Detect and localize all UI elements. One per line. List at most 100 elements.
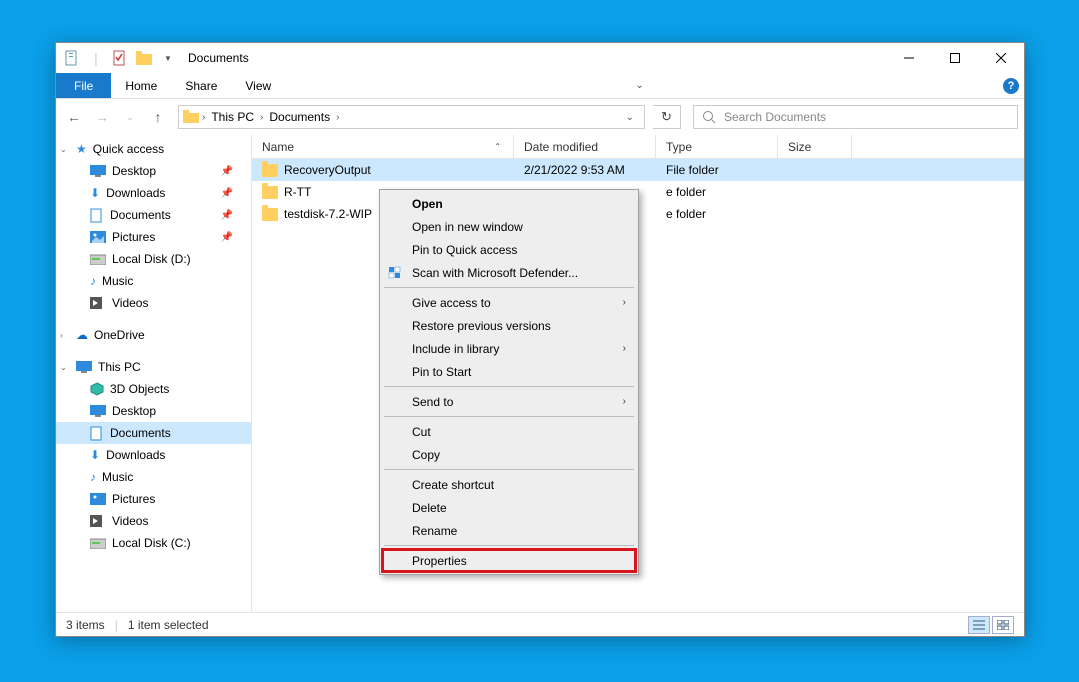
sidebar-desktop2[interactable]: Desktop [56,400,251,422]
column-headers: Name⌃ Date modified Type Size [252,135,1024,159]
file-icon[interactable] [64,50,80,66]
breadcrumb-thispc[interactable]: This PC [208,110,257,124]
refresh-button[interactable]: ↻ [653,105,681,129]
column-date[interactable]: Date modified [514,135,656,158]
sidebar-quickaccess[interactable]: ⌄★Quick access [56,138,251,160]
sidebar-more[interactable] [56,554,251,576]
home-tab[interactable]: Home [111,73,171,98]
shield-icon [387,265,403,281]
column-size[interactable]: Size [778,135,852,158]
minimize-button[interactable] [886,43,932,73]
sidebar-documents2[interactable]: Documents [56,422,251,444]
sidebar-videos[interactable]: Videos [56,292,251,314]
column-type[interactable]: Type [656,135,778,158]
star-icon: ★ [76,142,87,156]
ctx-give-access[interactable]: Give access to› [382,291,636,314]
sidebar-downloads2[interactable]: ⬇Downloads [56,444,251,466]
ctx-delete[interactable]: Delete [382,496,636,519]
ctx-separator [384,545,634,546]
navigation-bar: ← → ⌄ ↑ › This PC › Documents › ⌄ ↻ Sear… [56,99,1024,135]
documents-icon [90,208,104,223]
sidebar-onedrive[interactable]: ›☁OneDrive [56,324,251,346]
submenu-arrow-icon: › [623,396,626,407]
pin-icon: 📌 [221,210,233,221]
column-name[interactable]: Name⌃ [252,135,514,158]
pin-icon: 📌 [221,188,233,199]
ctx-cut[interactable]: Cut [382,420,636,443]
share-tab[interactable]: Share [171,73,231,98]
ctx-send-to[interactable]: Send to› [382,390,636,413]
help-button[interactable]: ? [998,73,1024,98]
ctx-pin-start[interactable]: Pin to Start [382,360,636,383]
breadcrumb-sep[interactable]: › [333,112,342,123]
search-box[interactable]: Search Documents [693,105,1018,129]
status-selected-count: 1 item selected [128,618,209,632]
ctx-pin-quickaccess[interactable]: Pin to Quick access [382,238,636,261]
pin-icon: 📌 [221,232,233,243]
computer-icon [76,361,92,373]
recent-dropdown[interactable]: ⌄ [118,105,142,129]
navigation-pane[interactable]: ⌄★Quick access Desktop📌 ⬇Downloads📌 Docu… [56,135,252,612]
cube-icon [90,382,104,396]
sidebar-localdisk-c[interactable]: Local Disk (C:) [56,532,251,554]
music-icon: ♪ [90,274,96,288]
ribbon-control[interactable]: ⌄ [627,73,653,98]
sidebar-music[interactable]: ♪Music [56,270,251,292]
sidebar-3dobjects[interactable]: 3D Objects [56,378,251,400]
breadcrumb-documents[interactable]: Documents [266,110,333,124]
disk-icon [90,537,106,549]
ctx-copy[interactable]: Copy [382,443,636,466]
sidebar-videos2[interactable]: Videos [56,510,251,532]
breadcrumb-sep[interactable]: › [257,112,266,123]
ctx-open-new-window[interactable]: Open in new window [382,215,636,238]
sidebar-desktop[interactable]: Desktop📌 [56,160,251,182]
sidebar-downloads[interactable]: ⬇Downloads📌 [56,182,251,204]
close-button[interactable] [978,43,1024,73]
ctx-rename[interactable]: Rename [382,519,636,542]
sidebar-documents[interactable]: Documents📌 [56,204,251,226]
sidebar-music2[interactable]: ♪Music [56,466,251,488]
forward-button[interactable]: → [90,105,114,129]
ctx-include-library[interactable]: Include in library› [382,337,636,360]
file-row[interactable]: RecoveryOutput 2/21/2022 9:53 AM File fo… [252,159,1024,181]
window-controls [886,43,1024,73]
ctx-separator [384,386,634,387]
sidebar-thispc[interactable]: ⌄This PC [56,356,251,378]
folder-icon [262,208,278,221]
ctx-properties[interactable]: Properties [382,549,636,572]
help-icon: ? [1003,78,1019,94]
view-switcher [968,616,1014,634]
music-icon: ♪ [90,470,96,484]
desktop-icon [90,405,106,417]
breadcrumb-sep[interactable]: › [199,112,208,123]
quick-access-toolbar: | ▼ [56,50,176,66]
details-view-button[interactable] [968,616,990,634]
disk-icon [90,253,106,265]
sidebar-pictures[interactable]: Pictures📌 [56,226,251,248]
sort-indicator-icon: ⌃ [494,142,501,151]
ctx-open[interactable]: Open [382,192,636,215]
chevron-down-icon[interactable]: ⌄ [60,145,67,154]
up-button[interactable]: ↑ [146,105,170,129]
sidebar-localdisk-d[interactable]: Local Disk (D:) [56,248,251,270]
sidebar-pictures2[interactable]: Pictures [56,488,251,510]
icons-view-button[interactable] [992,616,1014,634]
ctx-restore-versions[interactable]: Restore previous versions [382,314,636,337]
qat-dropdown-icon[interactable]: ▼ [160,50,176,66]
folder-qat-icon[interactable] [136,50,152,66]
properties-qat-icon[interactable] [112,50,128,66]
ctx-separator [384,416,634,417]
ctx-create-shortcut[interactable]: Create shortcut [382,473,636,496]
address-bar[interactable]: › This PC › Documents › ⌄ [178,105,645,129]
chevron-down-icon[interactable]: ⌄ [60,363,67,372]
ctx-separator [384,287,634,288]
back-button[interactable]: ← [62,105,86,129]
view-tab[interactable]: View [231,73,285,98]
submenu-arrow-icon: › [623,343,626,354]
file-tab[interactable]: File [56,73,111,98]
maximize-button[interactable] [932,43,978,73]
chevron-right-icon[interactable]: › [60,331,63,340]
ctx-scan-defender[interactable]: Scan with Microsoft Defender... [382,261,636,284]
explorer-window: | ▼ Documents File Home Share View ⌄ ? ←… [55,42,1025,637]
address-dropdown-icon[interactable]: ⌄ [620,112,640,123]
